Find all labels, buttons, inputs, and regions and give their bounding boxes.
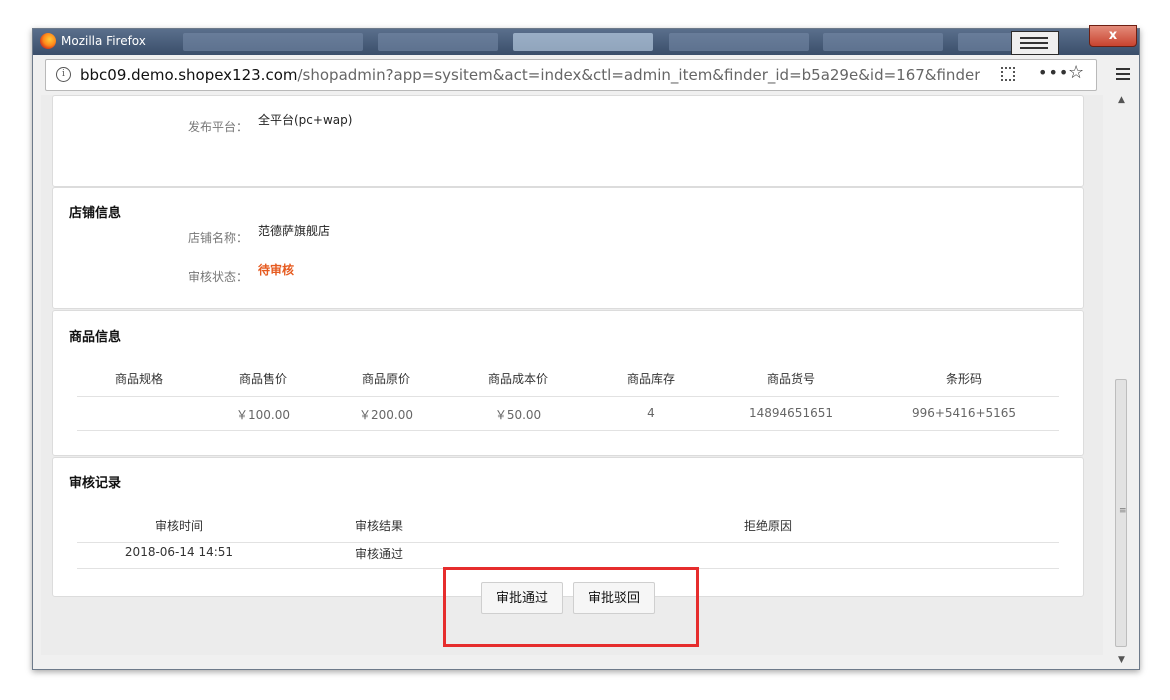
product-cell-cost-price: ￥50.00 [494, 408, 542, 422]
product-cell-sku: 14894651651 [749, 406, 833, 420]
product-info-title: 商品信息 [69, 330, 122, 345]
audit-records-title: 审核记录 [69, 476, 122, 491]
audit-status-label: 审核状态： [187, 270, 248, 284]
product-col-price: 商品售价 [238, 372, 287, 386]
audit-cell-result: 审核通过 [354, 547, 403, 561]
audit-cell-time: 2018-06-14 14:51 [124, 545, 234, 559]
blurred-taskbar-tab [823, 33, 943, 51]
product-col-original-price: 商品原价 [361, 372, 410, 386]
window-close-button[interactable]: x [1089, 25, 1137, 47]
scrollbar-grip-icon: ≡ [1119, 506, 1127, 516]
url-bar[interactable]: i bbc09.demo.shopex123.com/shopadmin?app… [45, 59, 1130, 91]
url-host: bbc09.demo.shopex123.com [80, 66, 298, 84]
store-name-label: 店铺名称： [187, 231, 248, 245]
blurred-taskbar-tab [183, 33, 363, 51]
audit-col-result: 审核结果 [354, 519, 403, 533]
qr-code-icon[interactable] [1001, 67, 1015, 81]
scroll-up-arrow-icon[interactable]: ▲ [1118, 95, 1125, 105]
action-highlight-box [443, 567, 699, 647]
blurred-taskbar-tab [669, 33, 809, 51]
vertical-scrollbar[interactable]: ▲ ≡ ▼ [1113, 95, 1131, 667]
product-col-barcode: 条形码 [945, 372, 982, 386]
product-col-sku: 商品货号 [766, 372, 815, 386]
product-info-card: 商品信息 商品规格 商品售价 商品原价 商品成本价 商品库存 商品货号 条形码 … [52, 310, 1084, 456]
hamburger-menu-icon[interactable] [1116, 67, 1130, 81]
platform-label: 发布平台： [187, 120, 248, 134]
product-cell-price: ￥100.00 [236, 408, 290, 422]
store-name-value: 范德萨旗舰店 [258, 224, 331, 238]
audit-status-badge: 待审核 [258, 263, 295, 277]
table-divider [77, 396, 1059, 397]
site-info-icon[interactable]: i [56, 67, 71, 82]
product-cell-original-price: ￥200.00 [359, 408, 413, 422]
table-divider [77, 430, 1059, 431]
window-title: Mozilla Firefox [61, 34, 146, 48]
product-col-cost-price: 商品成本价 [487, 372, 548, 386]
platform-card: 发布平台： 全平台(pc+wap) [52, 95, 1084, 187]
url-path: /shopadmin?app=sysitem&act=index&ctl=adm… [297, 66, 981, 84]
page-actions-icon[interactable]: ••• [1038, 63, 1069, 82]
firefox-logo-icon [40, 33, 56, 49]
product-cell-stock: 4 [647, 406, 655, 420]
scroll-down-arrow-icon[interactable]: ▼ [1118, 655, 1125, 665]
product-col-spec: 商品规格 [114, 372, 163, 386]
title-bar: Mozilla Firefox x [33, 25, 1139, 55]
audit-col-time: 审核时间 [154, 519, 203, 533]
store-info-card: 店铺信息 店铺名称： 范德萨旗舰店 审核状态： 待审核 [52, 187, 1084, 309]
platform-value: 全平台(pc+wap) [258, 113, 353, 127]
blurred-taskbar-tab [378, 33, 498, 51]
table-divider [77, 542, 1059, 543]
scrollbar-thumb[interactable]: ≡ [1115, 379, 1127, 647]
product-cell-barcode: 996+5416+5165 [911, 406, 1017, 420]
url-text[interactable]: bbc09.demo.shopex123.com/shopadmin?app=s… [80, 66, 980, 84]
store-info-title: 店铺信息 [69, 206, 122, 221]
blurred-taskbar-tab [513, 33, 653, 51]
audit-col-reject-reason: 拒绝原因 [743, 519, 792, 533]
window-menu-button[interactable] [1011, 31, 1059, 55]
product-col-stock: 商品库存 [626, 372, 675, 386]
bookmark-star-icon[interactable]: ☆ [1068, 62, 1084, 83]
